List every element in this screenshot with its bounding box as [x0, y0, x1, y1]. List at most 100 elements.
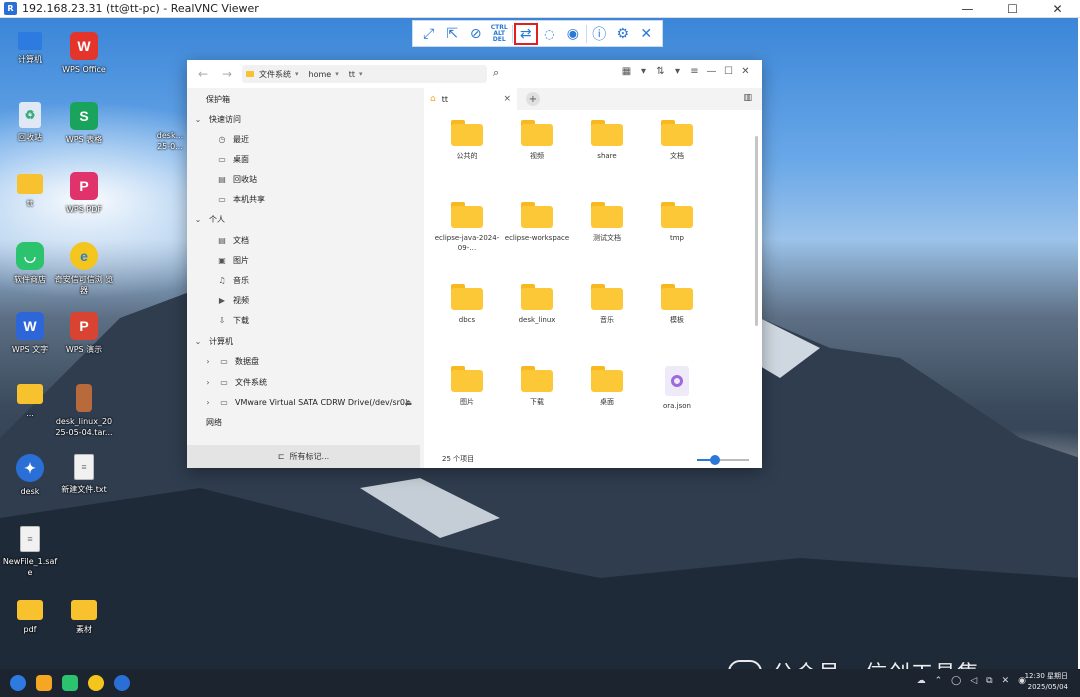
add-tab-button[interactable]: + [526, 92, 540, 106]
chevron-down-icon[interactable]: ▾ [359, 70, 363, 78]
app-store-icon[interactable] [62, 675, 78, 691]
sidebar-item-data-disk[interactable]: › ▭ 数据盘 [203, 352, 259, 370]
file-item[interactable]: dbcs [432, 284, 502, 325]
chevron-down-icon[interactable]: ▾ [635, 66, 652, 77]
tab-close-icon[interactable]: × [503, 94, 511, 104]
search-icon[interactable]: ⌕ [493, 66, 499, 80]
chevron-down-icon[interactable]: ▾ [669, 66, 686, 77]
maximize-icon[interactable]: ☐ [720, 66, 737, 77]
close-icon[interactable]: ✕ [737, 66, 754, 77]
desktop-icon-desk[interactable]: ✦ desk [0, 454, 60, 497]
desktop-icon-tt[interactable]: tt [0, 174, 60, 209]
sidebar-group-personal[interactable]: ⌄ 个人 [193, 210, 225, 228]
window-icon[interactable]: ⧉ [986, 676, 992, 686]
view-mode-icon[interactable]: ▦ [618, 66, 635, 77]
ctrl-alt-del-icon[interactable]: CTRL ALT DEL [487, 23, 510, 45]
gear-icon[interactable]: ⚙ [611, 23, 634, 45]
breadcrumb[interactable]: 文件系统 ▾ home ▾ tt ▾ [242, 65, 487, 83]
record-icon[interactable]: ◉ [561, 23, 584, 45]
zoom-slider[interactable] [697, 455, 749, 465]
back-button[interactable]: ← [191, 67, 215, 81]
desktop-icon-materials-folder[interactable]: 素材 [54, 600, 114, 635]
eject-icon[interactable]: ⏏ [404, 398, 412, 407]
file-item[interactable]: 公共的 [432, 120, 502, 161]
start-icon[interactable] [10, 675, 26, 691]
browser-icon[interactable] [88, 675, 104, 691]
chevron-down-icon[interactable]: ▾ [295, 70, 299, 78]
desk-app-icon[interactable] [114, 675, 130, 691]
expand-icon[interactable]: ⤢ [417, 23, 440, 45]
file-item[interactable]: 图片 [432, 366, 502, 407]
close-window-button[interactable]: ✕ [1035, 0, 1080, 18]
sidebar-item-pictures[interactable]: ▣ 图片 [217, 251, 249, 269]
file-item[interactable]: 音乐 [572, 284, 642, 325]
desktop-icon-wps-pdf[interactable]: P WPS PDF [54, 172, 114, 215]
maximize-button[interactable]: ☐ [990, 0, 1035, 18]
file-item[interactable]: 模板 [642, 284, 712, 325]
sidebar-item-network[interactable]: 网络 [206, 413, 222, 431]
sidebar-item-local-share[interactable]: ▭ 本机共享 [217, 190, 265, 208]
desktop-icon-wps-spreadsheet[interactable]: S WPS 表格 [54, 102, 114, 145]
file-item[interactable]: desk_linux [502, 284, 572, 325]
file-item[interactable]: eclipse-workspace [502, 202, 572, 243]
network-icon[interactable]: ✕ [1002, 676, 1010, 686]
sidebar-item-cdrom[interactable]: › ▭ VMware Virtual SATA CDRW Drive(/dev/sr… [203, 393, 418, 411]
files-icon[interactable] [36, 675, 52, 691]
menu-icon[interactable]: ≡ [686, 66, 703, 77]
desktop-icon-newfile-safe[interactable]: ≡ NewFile_1.saf e [0, 526, 60, 578]
desktop-icon-folder[interactable]: ... [0, 384, 60, 419]
desktop-icon-browser[interactable]: e 奇安信可信浏 览器 [54, 242, 114, 296]
clock[interactable]: 12:30 星期日 2025/05/04 [1025, 671, 1068, 693]
sidebar-item-documents[interactable]: ▤ 文档 [217, 231, 249, 249]
scale-icon[interactable]: ⇱ [440, 23, 463, 45]
desktop-icon-recycle-bin[interactable]: ♻ 回收站 [0, 102, 60, 143]
sidebar-group-quick-access[interactable]: ⌄ 快速访问 [193, 110, 241, 128]
file-item[interactable]: ora.json [642, 366, 712, 411]
file-item[interactable]: 文档 [642, 120, 712, 161]
desktop-icon-new-text-file[interactable]: ≡ 新建文件.txt [54, 454, 114, 495]
sort-icon[interactable]: ⇅ [652, 66, 669, 77]
close-icon[interactable]: ✕ [634, 23, 657, 45]
chat-icon[interactable]: ◌ [538, 23, 561, 45]
cloud-icon[interactable]: ☁ [917, 676, 926, 686]
file-item[interactable]: 桌面 [572, 366, 642, 407]
file-item[interactable]: tmp [642, 202, 712, 243]
desktop-icon-desk-archive[interactable]: desk_linux_20 25-05-04.tar... [54, 384, 114, 438]
file-item[interactable]: eclipse-java-2024-09-… [432, 202, 502, 253]
sidebar-item-music[interactable]: ♫ 音乐 [217, 271, 249, 289]
vertical-scrollbar[interactable] [755, 136, 758, 326]
desktop-icon-wps-presentation[interactable]: P WPS 演示 [54, 312, 114, 355]
file-transfer-icon[interactable]: ⇄ [513, 22, 538, 45]
minimize-button[interactable]: — [945, 0, 990, 18]
desktop-icon-wps-office[interactable]: W WPS Office [54, 32, 114, 75]
breadcrumb-filesystem[interactable]: 文件系统 [259, 69, 291, 80]
file-item[interactable]: share [572, 120, 642, 161]
file-item[interactable]: 视频 [502, 120, 572, 161]
chevron-up-icon[interactable]: ⌃ [935, 676, 943, 686]
zoom-slider-handle[interactable] [710, 455, 720, 465]
volume-icon[interactable]: ◁ [970, 676, 977, 686]
file-item[interactable]: 测试文档 [572, 202, 642, 243]
sidebar-item-downloads[interactable]: ⇩ 下载 [217, 311, 249, 329]
breadcrumb-home[interactable]: home [309, 70, 332, 79]
sidebar-group-computer[interactable]: ⌄ 计算机 [193, 332, 233, 350]
desktop-icon-partial[interactable]: desk... 25-0... [150, 126, 190, 152]
forward-button[interactable]: → [215, 67, 239, 81]
sidebar-item-filesystem[interactable]: › ▭ 文件系统 [203, 373, 267, 391]
desktop-icon-pdf-folder[interactable]: pdf [0, 600, 60, 635]
sidebar-item-vault[interactable]: 保护箱 [206, 90, 230, 108]
desktop-icon-app-store[interactable]: ◡ 软件商店 [0, 242, 60, 285]
sidebar-item-videos[interactable]: ▶ 视频 [217, 291, 249, 309]
desktop-icon-wps-writer[interactable]: W WPS 文字 [0, 312, 60, 355]
all-tags-button[interactable]: ⊏ 所有标记... [187, 445, 420, 468]
tab-tt[interactable]: ⌂ tt × [424, 88, 517, 110]
info-icon[interactable]: ⓘ [588, 23, 611, 45]
sidebar-item-trash[interactable]: ▤ 回收站 [217, 170, 257, 188]
sidebar-toggle-icon[interactable]: ▥ [743, 93, 752, 103]
search-icon[interactable]: ◯ [951, 676, 961, 686]
minimize-icon[interactable]: — [703, 66, 720, 77]
sidebar-item-desktop[interactable]: ▭ 桌面 [217, 150, 249, 168]
file-item[interactable]: 下载 [502, 366, 572, 407]
breadcrumb-tt[interactable]: tt [349, 70, 355, 79]
mute-icon[interactable]: ⊘ [464, 23, 487, 45]
